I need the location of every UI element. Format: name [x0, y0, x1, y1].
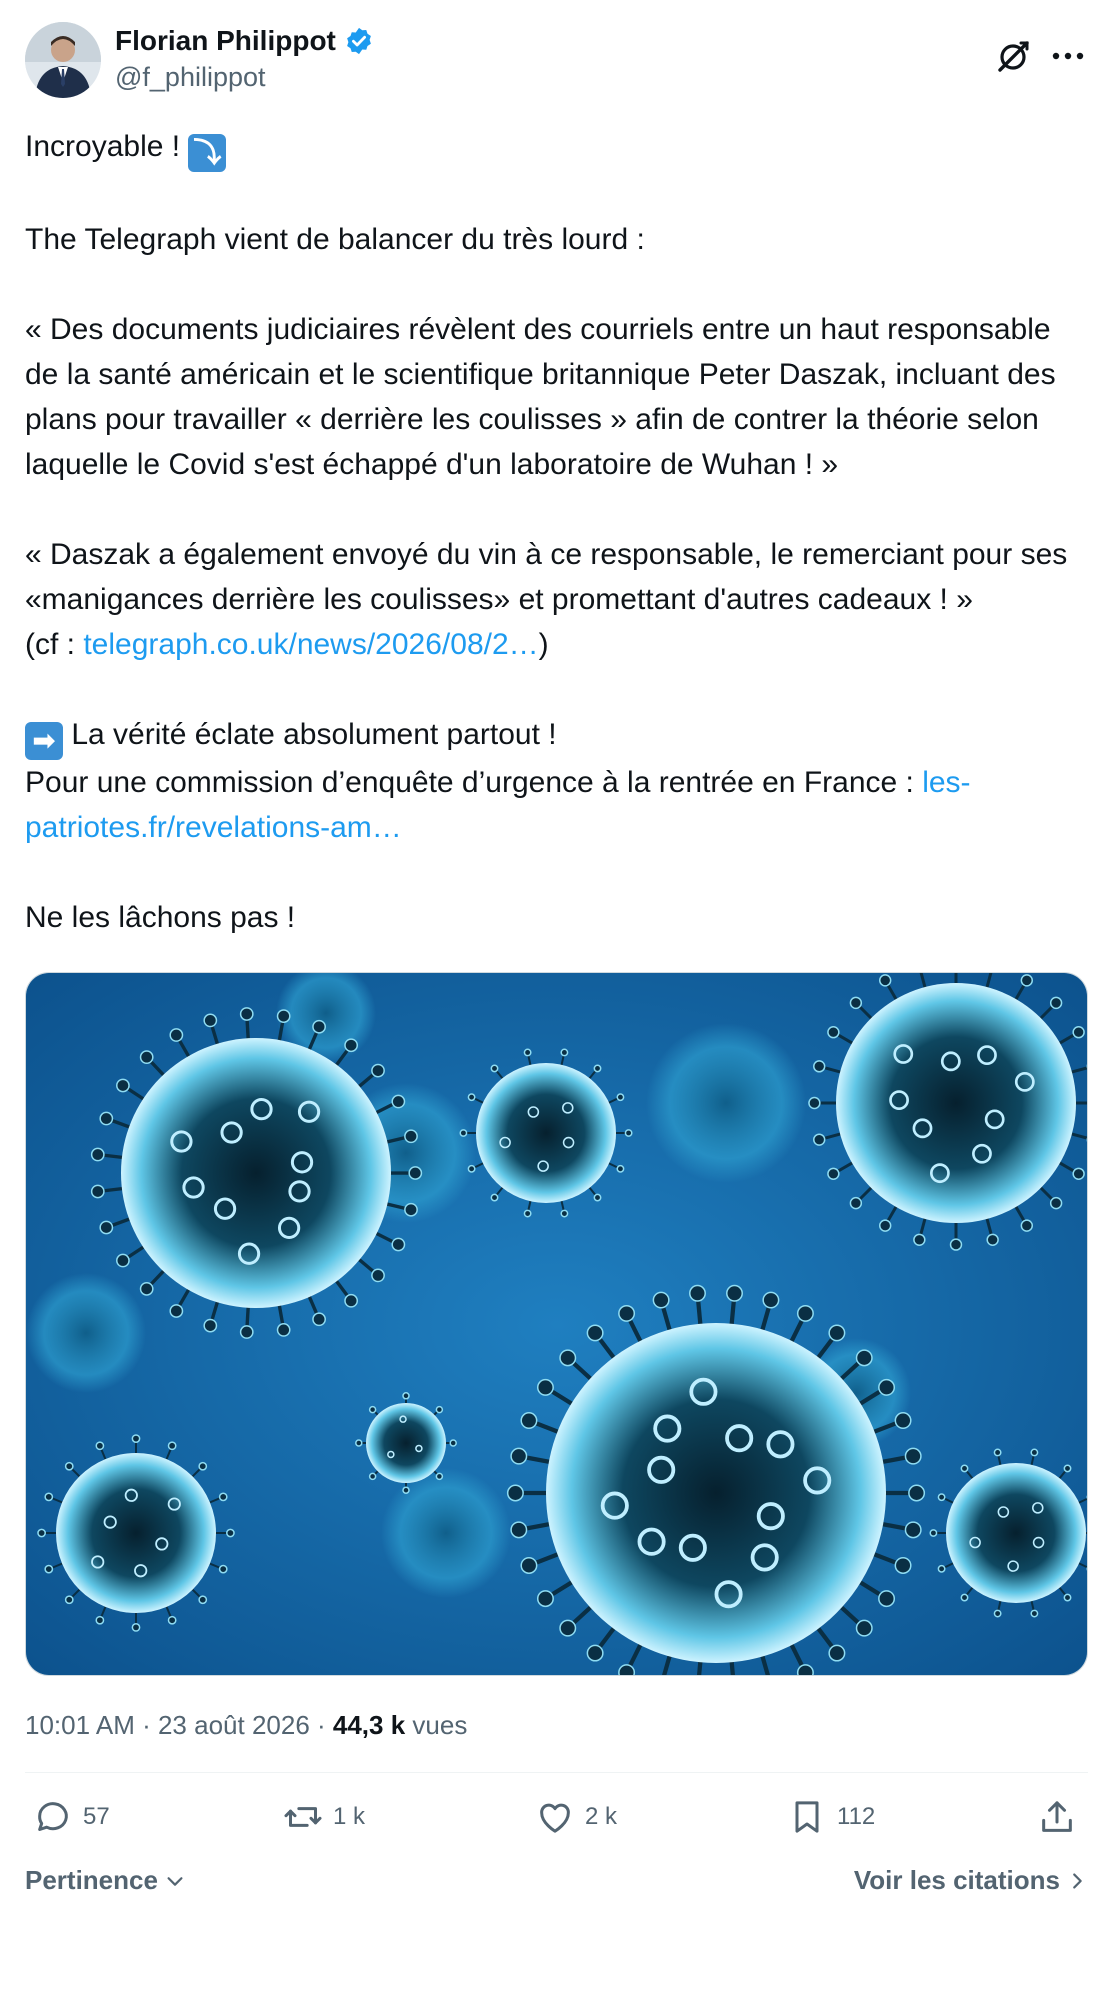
like-button[interactable]: 2 k [535, 1797, 617, 1837]
share-button[interactable] [1037, 1797, 1077, 1837]
repost-count: 1 k [333, 1803, 366, 1830]
tweet-text: Incroyable ! ⤵ The Telegraph vient de ba… [25, 124, 1088, 940]
reply-count: 57 [83, 1803, 110, 1830]
view-quotes-link[interactable]: Voir les citations [854, 1865, 1088, 1896]
tweet-paragraph: « Des documents judiciaires révèlent des… [25, 313, 1056, 481]
tweet-time[interactable]: 10:01 AM [25, 1710, 135, 1740]
verified-badge-icon [344, 26, 374, 56]
cf-suffix: ) [538, 628, 549, 661]
name-row: Florian Philippot [115, 24, 374, 58]
views-count: 44,3 k [332, 1710, 406, 1740]
sort-dropdown[interactable]: Pertinence [25, 1865, 186, 1896]
views-label: vues [405, 1710, 468, 1740]
telegraph-link[interactable]: telegraph.co.uk/news/2026/08/2… [83, 628, 538, 661]
tweet-paragraph: Ne les lâchons pas ! [25, 901, 296, 934]
repost-icon [284, 1807, 322, 1827]
tweet-container: Florian Philippot @f_philippot Incroyabl… [25, 20, 1088, 1905]
virus-particle [37, 1434, 235, 1632]
share-icon [1042, 1801, 1072, 1832]
heart-icon [540, 1803, 570, 1833]
sort-label: Pertinence [25, 1865, 158, 1895]
bookmark-icon [795, 1801, 819, 1833]
grok-icon[interactable] [996, 38, 1032, 74]
tweet-header: Florian Philippot @f_philippot [25, 20, 1088, 100]
author-block: Florian Philippot @f_philippot [115, 24, 374, 94]
meta-separator: · [309, 1710, 333, 1740]
reply-button[interactable]: 57 [33, 1797, 110, 1837]
tweet-footer: Pertinence Voir les citations [25, 1865, 1088, 1905]
virus-particle [355, 1392, 457, 1494]
tweet-paragraph: The Telegraph vient de balancer du très … [25, 223, 645, 256]
arrow-right-emoji-icon: ➡ [25, 722, 63, 760]
tweet-paragraph: (cf : telegraph.co.uk/news/2026/08/2…) [25, 622, 1088, 667]
arrow-down-right-emoji-icon: ⤵ [188, 134, 227, 172]
tweet-meta: 10:01 AM · 23 août 2026 · 44,3 k vues [25, 1708, 1088, 1742]
virus-illustration [26, 973, 1087, 1675]
tweet-line-text: La vérité éclate absolument partout ! [63, 718, 557, 751]
more-options-icon[interactable] [1048, 38, 1088, 74]
action-bar: 57 1 k 2 k 112 [25, 1773, 1088, 1863]
tweet-line-text: Pour une commission d’enquête d’urgence … [25, 766, 923, 799]
tweet-date[interactable]: 23 août 2026 [158, 1710, 310, 1740]
handle[interactable]: @f_philippot [115, 60, 374, 94]
quotes-label: Voir les citations [853, 1865, 1060, 1895]
chevron-right-icon [1073, 1872, 1082, 1889]
avatar-image [25, 22, 101, 98]
like-count: 2 k [585, 1803, 618, 1830]
chevron-down-icon [167, 1876, 183, 1886]
tweet-line-text: Incroyable ! [25, 130, 189, 163]
tweet-paragraph: « Daszak a également envoyé du vin à ce … [25, 538, 1068, 616]
tweet-paragraph: ➡ La vérité éclate absolument partout ! [25, 712, 1088, 760]
tweet-image[interactable] [25, 972, 1088, 1676]
bookmark-button[interactable]: 112 [787, 1797, 875, 1837]
reply-icon [38, 1802, 68, 1831]
meta-separator: · [134, 1710, 158, 1740]
tweet-paragraph: Pour une commission d’enquête d’urgence … [25, 760, 1088, 850]
display-name[interactable]: Florian Philippot [115, 24, 336, 58]
repost-button[interactable]: 1 k [283, 1797, 365, 1837]
avatar[interactable] [25, 22, 101, 98]
bookmark-count: 112 [837, 1803, 876, 1830]
cf-prefix: (cf : [25, 628, 84, 661]
tweet-paragraph: Incroyable ! ⤵ [25, 124, 1088, 172]
